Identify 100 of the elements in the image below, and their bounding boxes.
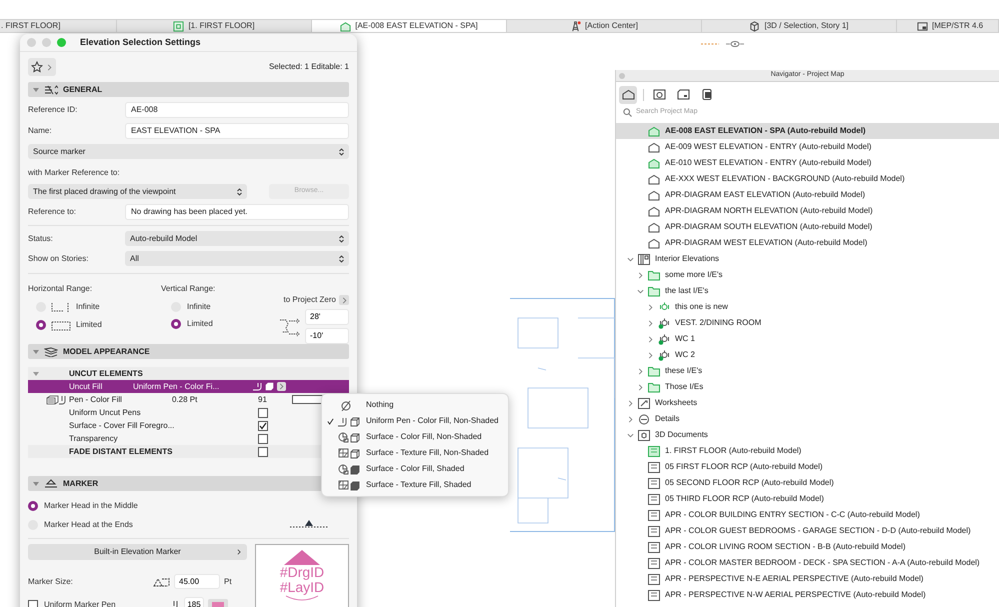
chevron-right-icon[interactable] [637, 368, 644, 374]
chevron-right-icon[interactable] [647, 336, 654, 342]
tree-item[interactable]: 05 THIRD FLOOR RCP (Auto-rebuild Model) [616, 491, 999, 507]
section-header[interactable]: MODEL APPEARANCE [28, 344, 349, 359]
tree-item[interactable]: 1. FIRST FLOOR (Auto-rebuild Model) [616, 443, 999, 459]
checkbox[interactable] [258, 434, 268, 444]
view-tab[interactable]: [Action Center] [507, 20, 702, 32]
menu-item[interactable]: Surface - Texture Fill, Non-Shaded [322, 445, 508, 461]
eye-icon[interactable] [726, 40, 744, 48]
view-tab[interactable]: [AE-008 EAST ELEVATION - SPA] [312, 20, 507, 32]
tree-item[interactable]: APR-DIAGRAM EAST ELEVATION (Auto-rebuild Model) [616, 187, 999, 203]
radio-button[interactable] [36, 320, 46, 330]
tree-item[interactable]: these I/E's [616, 363, 999, 379]
radio-button[interactable] [28, 501, 38, 511]
tree-item[interactable]: AE-XXX WEST ELEVATION - BACKGROUND (Auto-rebuild Model) [616, 171, 999, 187]
menu-item[interactable]: Uniform Pen - Color Fill, Non-Shaded [322, 413, 508, 429]
disclosure-triangle-icon[interactable] [33, 370, 39, 376]
table-group-row[interactable]: UNCUT ELEMENTS [28, 367, 349, 380]
name-field[interactable]: EAST ELEVATION - SPA [125, 123, 349, 139]
chevron-right-icon[interactable] [627, 416, 634, 422]
chevron-right-icon[interactable] [637, 384, 644, 390]
checkbox[interactable] [258, 408, 268, 418]
table-row[interactable]: Uncut Fill Uniform Pen - Color Fi... [28, 380, 349, 393]
tree-item[interactable]: some more I/E's [616, 267, 999, 283]
pen-icon [253, 382, 263, 391]
bottom-height-field[interactable]: -10' [305, 328, 349, 344]
dropdown-select[interactable]: The first placed drawing of the viewpoint [28, 184, 247, 199]
color-swatch[interactable] [292, 395, 324, 404]
built-in-marker-button[interactable]: Built-in Elevation Marker [28, 544, 247, 560]
dropdown-select[interactable]: All [125, 251, 349, 266]
checkbox[interactable] [258, 420, 268, 430]
section-header[interactable]: GENERAL [28, 82, 349, 97]
dropdown-select[interactable]: Auto-rebuild Model [125, 231, 349, 246]
tree-item[interactable]: Details [616, 411, 999, 427]
tree-item[interactable]: APR-DIAGRAM SOUTH ELEVATION (Auto-rebuild Model) [616, 219, 999, 235]
worksheet-icon [638, 398, 650, 408]
view-tab[interactable]: . FIRST FLOOR] [0, 20, 117, 32]
tree-item[interactable]: APR - COLOR MASTER BEDROOM - DECK - SPA SECTION - A-A (Auto-rebuild Model) [616, 555, 999, 571]
view-tab[interactable]: [1. FIRST FLOOR] [117, 20, 312, 32]
pen-number-field[interactable]: 185 [184, 597, 204, 607]
checkbox[interactable] [28, 600, 38, 607]
tree-item[interactable]: 05 SECOND FLOOR RCP (Auto-rebuild Model) [616, 475, 999, 491]
reference-field[interactable]: No drawing has been placed yet. [125, 204, 349, 220]
field-label: to Project Zero [284, 294, 336, 306]
tree-item[interactable]: Worksheets [616, 395, 999, 411]
chevron-right-icon[interactable] [637, 272, 644, 278]
chevron-right-icon[interactable] [627, 400, 634, 406]
tree-item[interactable]: APR - PERSPECTIVE N-W AERIAL PERSPECTIVE (Auto-rebuild Model) [616, 587, 999, 603]
checkbox[interactable] [258, 446, 268, 456]
publisher-icon [700, 89, 714, 100]
menu-item[interactable]: Surface - Color Fill, Non-Shaded [322, 429, 508, 445]
top-height-field[interactable]: 28' [305, 309, 349, 325]
menu-item[interactable]: Nothing [322, 397, 508, 413]
chevron-down-icon[interactable] [627, 432, 634, 438]
favorites-button[interactable] [28, 58, 56, 76]
document-icon [648, 526, 660, 536]
view-tab[interactable]: [MEP/STR 4.6 [897, 20, 999, 32]
tree-item[interactable]: APR-DIAGRAM NORTH ELEVATION (Auto-rebuild Model) [616, 203, 999, 219]
pen-color-button[interactable] [208, 598, 228, 607]
chevron-right-icon[interactable] [647, 352, 654, 358]
tree-item[interactable]: 3D Documents [616, 427, 999, 443]
chevron-down-icon[interactable] [637, 288, 644, 294]
marker-size-field[interactable]: 45.00 [174, 574, 220, 589]
tree-item[interactable]: AE-009 WEST ELEVATION - ENTRY (Auto-rebuild Model) [616, 139, 999, 155]
group-title: FADE DISTANT ELEMENTS [69, 446, 174, 458]
chevron-down-icon[interactable] [627, 256, 634, 262]
tree-item[interactable]: WC 2 [616, 347, 999, 363]
chevron-right-icon[interactable] [46, 64, 53, 70]
reference-id-field[interactable]: AE-008 [125, 102, 349, 118]
tree-item[interactable]: APR-DIAGRAM WEST ELEVATION (Auto-rebuild Model) [616, 235, 999, 251]
view-tab[interactable]: [3D / Selection, Story 1] [702, 20, 897, 32]
disclosure-triangle-icon[interactable] [33, 480, 39, 486]
tree-item[interactable]: the last I/E's [616, 283, 999, 299]
chevron-right-icon[interactable] [647, 320, 654, 326]
radio-button[interactable] [171, 318, 181, 328]
tree-item[interactable]: AE-008 EAST ELEVATION - SPA (Auto-rebuild Model) [616, 123, 999, 139]
pen-fill-icon [338, 416, 360, 426]
dropdown-select[interactable]: Source marker [28, 144, 349, 159]
map-mode-button[interactable] [619, 86, 637, 104]
table-cell-text: Uniform Uncut Pens [69, 406, 142, 418]
tree-item[interactable]: VEST. 2/DINING ROOM [616, 315, 999, 331]
menu-item[interactable]: Surface - Color Fill, Shaded [322, 461, 508, 477]
tree-item[interactable]: 05 FIRST FLOOR RCP (Auto-rebuild Model) [616, 459, 999, 475]
tree-item[interactable]: APR - COLOR GUEST BEDROOMS - GARAGE SECTION - D-D (Auto-rebuild Model) [616, 523, 999, 539]
disclosure-triangle-icon[interactable] [33, 86, 39, 92]
tree-item[interactable]: Those I/Es [616, 379, 999, 395]
field-label: Name: [28, 125, 53, 137]
radio-label: Limited [187, 318, 213, 330]
tree-item[interactable]: AE-010 WEST ELEVATION - ENTRY (Auto-rebuild Model) [616, 155, 999, 171]
tree-item[interactable]: APR - COLOR BUILDING ENTRY SECTION - C-C (Auto-rebuild Model) [616, 507, 999, 523]
tree-item[interactable]: APR - PERSPECTIVE N-E AERIAL PERSPECTIVE (Auto-rebuild Model) [616, 571, 999, 587]
cube-icon [265, 382, 274, 391]
disclosure-triangle-icon[interactable] [33, 348, 39, 354]
tree-item[interactable]: WC 1 [616, 331, 999, 347]
unit-label: Pt [224, 576, 232, 588]
tree-item[interactable]: APR - COLOR LIVING ROOM SECTION - B-B (Auto-rebuild Model) [616, 539, 999, 555]
tree-item[interactable]: this one is new [616, 299, 999, 315]
chevron-right-icon[interactable] [647, 304, 654, 310]
document-icon [648, 558, 660, 568]
tree-item[interactable]: Interior Elevations [616, 251, 999, 267]
